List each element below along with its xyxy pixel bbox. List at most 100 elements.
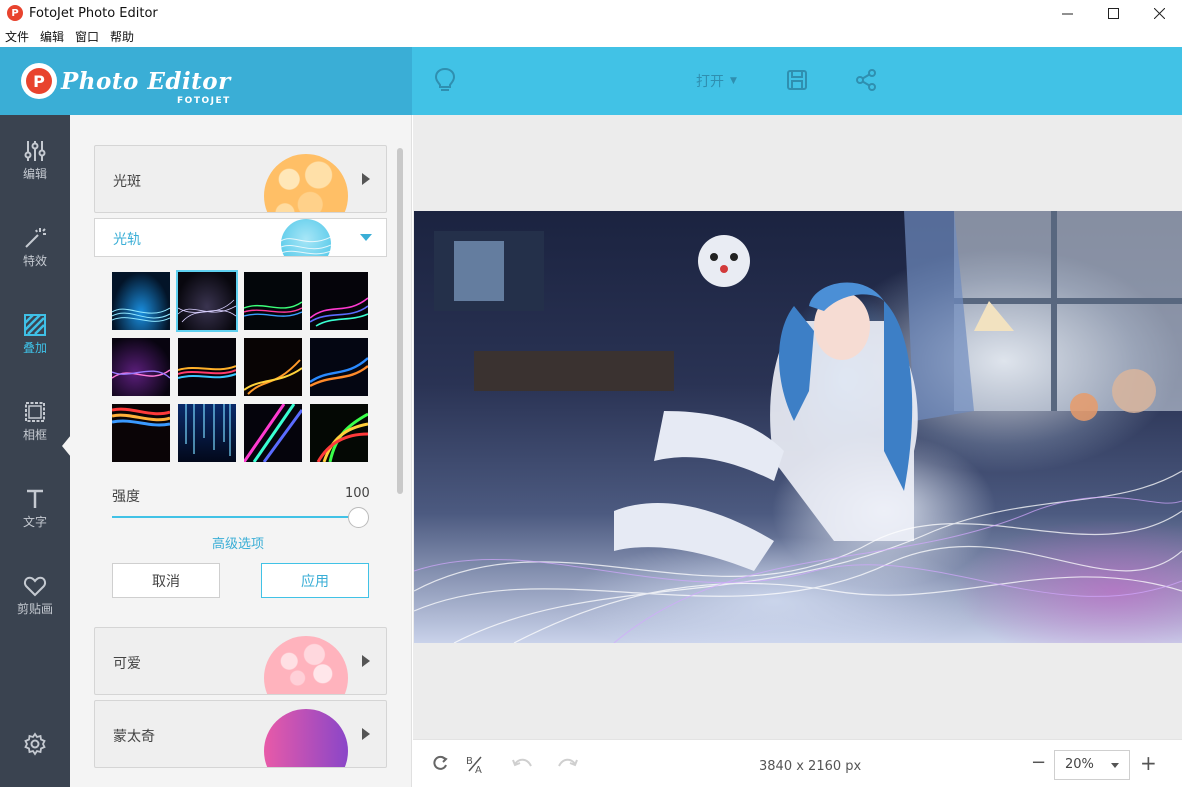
nav-item-text[interactable]: 文字 (0, 487, 70, 547)
panel-scrollbar[interactable] (397, 148, 403, 494)
category-label: 蒙太奇 (113, 729, 155, 745)
category-bokeh[interactable]: 光斑 (94, 145, 387, 213)
overlay-tile[interactable] (244, 338, 302, 396)
minimize-button[interactable] (1044, 0, 1090, 26)
menu-help[interactable]: 帮助 (110, 28, 134, 45)
overlay-tile[interactable] (112, 404, 170, 462)
maximize-icon (1107, 7, 1119, 19)
nav-item-frame[interactable]: 相框 (0, 400, 70, 460)
category-thumbnail (264, 636, 348, 694)
sliders-icon (24, 141, 46, 161)
svg-text:A: A (475, 765, 482, 774)
strength-value: 100 (345, 486, 370, 501)
menu-edit[interactable]: 编辑 (40, 28, 64, 45)
logo-subtitle: FOTOJET (177, 95, 231, 106)
apply-button[interactable]: 应用 (261, 563, 369, 598)
logo-title: Photo Editor (61, 67, 231, 95)
strength-slider-handle[interactable] (348, 507, 369, 528)
nav-item-edit[interactable]: 编辑 (0, 139, 70, 199)
menu-file[interactable]: 文件 (5, 28, 29, 45)
category-thumbnail (280, 219, 332, 256)
category-thumbnail (264, 709, 348, 767)
advanced-options-link[interactable]: 高级选项 (212, 533, 264, 552)
menu-bar: 文件 编辑 窗口 帮助 (0, 26, 1182, 47)
nav-label: 编辑 (22, 167, 47, 181)
overlay-tile[interactable] (310, 272, 368, 330)
overlay-tile[interactable] (244, 272, 302, 330)
header-logo-area: P Photo Editor FOTOJET (0, 47, 412, 115)
overlay-tile[interactable] (178, 338, 236, 396)
zoom-value: 20% (1065, 757, 1094, 772)
zoom-out-button[interactable]: − (1031, 752, 1046, 773)
svg-text:B: B (466, 756, 473, 767)
expand-arrow-icon (362, 728, 370, 740)
rotate-icon[interactable] (431, 754, 449, 776)
category-label: 可爱 (113, 656, 141, 672)
redo-icon[interactable] (557, 754, 579, 776)
expand-arrow-icon (362, 655, 370, 667)
open-dropdown[interactable]: 打开 ▼ (696, 71, 737, 91)
share-icon[interactable] (853, 67, 879, 93)
frame-icon (25, 402, 45, 422)
minimize-icon (1061, 13, 1073, 14)
magic-wand-icon (25, 228, 46, 248)
undo-icon[interactable] (511, 754, 533, 776)
overlay-tile-selected[interactable] (176, 270, 238, 332)
zoom-in-button[interactable]: + (1140, 751, 1157, 775)
strength-label: 强度 (112, 489, 140, 505)
strength-slider-track[interactable] (112, 516, 358, 518)
save-icon[interactable] (784, 67, 810, 93)
heart-icon (23, 576, 47, 597)
nav-label: 叠加 (22, 341, 47, 355)
expand-arrow-icon (362, 173, 370, 185)
close-button[interactable] (1136, 0, 1182, 26)
cancel-button[interactable]: 取消 (112, 563, 220, 598)
photo-illustration (414, 211, 1182, 643)
logo-icon: P (21, 63, 57, 99)
overlay-tile[interactable] (310, 338, 368, 396)
lightbulb-icon[interactable] (432, 67, 458, 93)
overlay-tile[interactable] (178, 404, 236, 462)
nav-label: 文字 (22, 515, 47, 529)
edited-photo[interactable] (414, 211, 1182, 643)
overlay-icon (24, 314, 46, 336)
overlay-tile[interactable] (112, 338, 170, 396)
settings-button[interactable] (0, 732, 70, 787)
overlay-tile[interactable] (112, 272, 170, 330)
nav-label: 剪贴画 (16, 602, 53, 616)
caret-down-icon: ▼ (730, 76, 737, 86)
category-label: 光斑 (113, 174, 141, 190)
collapse-arrow-icon (360, 234, 372, 241)
title-bar: P FotoJet Photo Editor (0, 0, 1182, 26)
left-nav: 编辑 特效 叠加 相框 文字 剪贴画 (0, 115, 71, 787)
open-label: 打开 (696, 74, 724, 90)
logo-text: Photo Editor FOTOJET (61, 67, 231, 106)
app-logo-icon: P (7, 5, 23, 21)
overlay-grid (112, 270, 370, 464)
category-thumbnail (264, 154, 348, 212)
toolbar: 打开 ▼ (412, 47, 1182, 115)
category-cute[interactable]: 可爱 (94, 627, 387, 695)
nav-label: 相框 (22, 428, 47, 442)
maximize-button[interactable] (1090, 0, 1136, 26)
menu-window[interactable]: 窗口 (75, 28, 99, 45)
logo-letter: P (26, 68, 52, 94)
nav-item-effects[interactable]: 特效 (0, 226, 70, 286)
nav-item-clipart[interactable]: 剪贴画 (0, 574, 70, 634)
overlay-tile[interactable] (310, 404, 368, 462)
caret-down-icon (1111, 763, 1119, 768)
category-label: 光轨 (113, 232, 141, 248)
image-dimensions: 3840 x 2160 px (759, 759, 862, 774)
gear-icon (24, 732, 46, 756)
compare-icon[interactable]: BA (465, 754, 485, 778)
zoom-select[interactable]: 20% (1054, 750, 1130, 780)
category-montage[interactable]: 蒙太奇 (94, 700, 387, 768)
close-icon (1153, 7, 1165, 19)
category-light-trails[interactable]: 光轨 (94, 218, 387, 257)
window-title: FotoJet Photo Editor (29, 5, 158, 21)
status-bar: BA 3840 x 2160 px − 20% + (413, 739, 1182, 787)
nav-label: 特效 (22, 254, 47, 268)
nav-item-overlay[interactable]: 叠加 (0, 313, 70, 373)
text-icon (27, 489, 43, 508)
overlay-tile[interactable] (244, 404, 302, 462)
